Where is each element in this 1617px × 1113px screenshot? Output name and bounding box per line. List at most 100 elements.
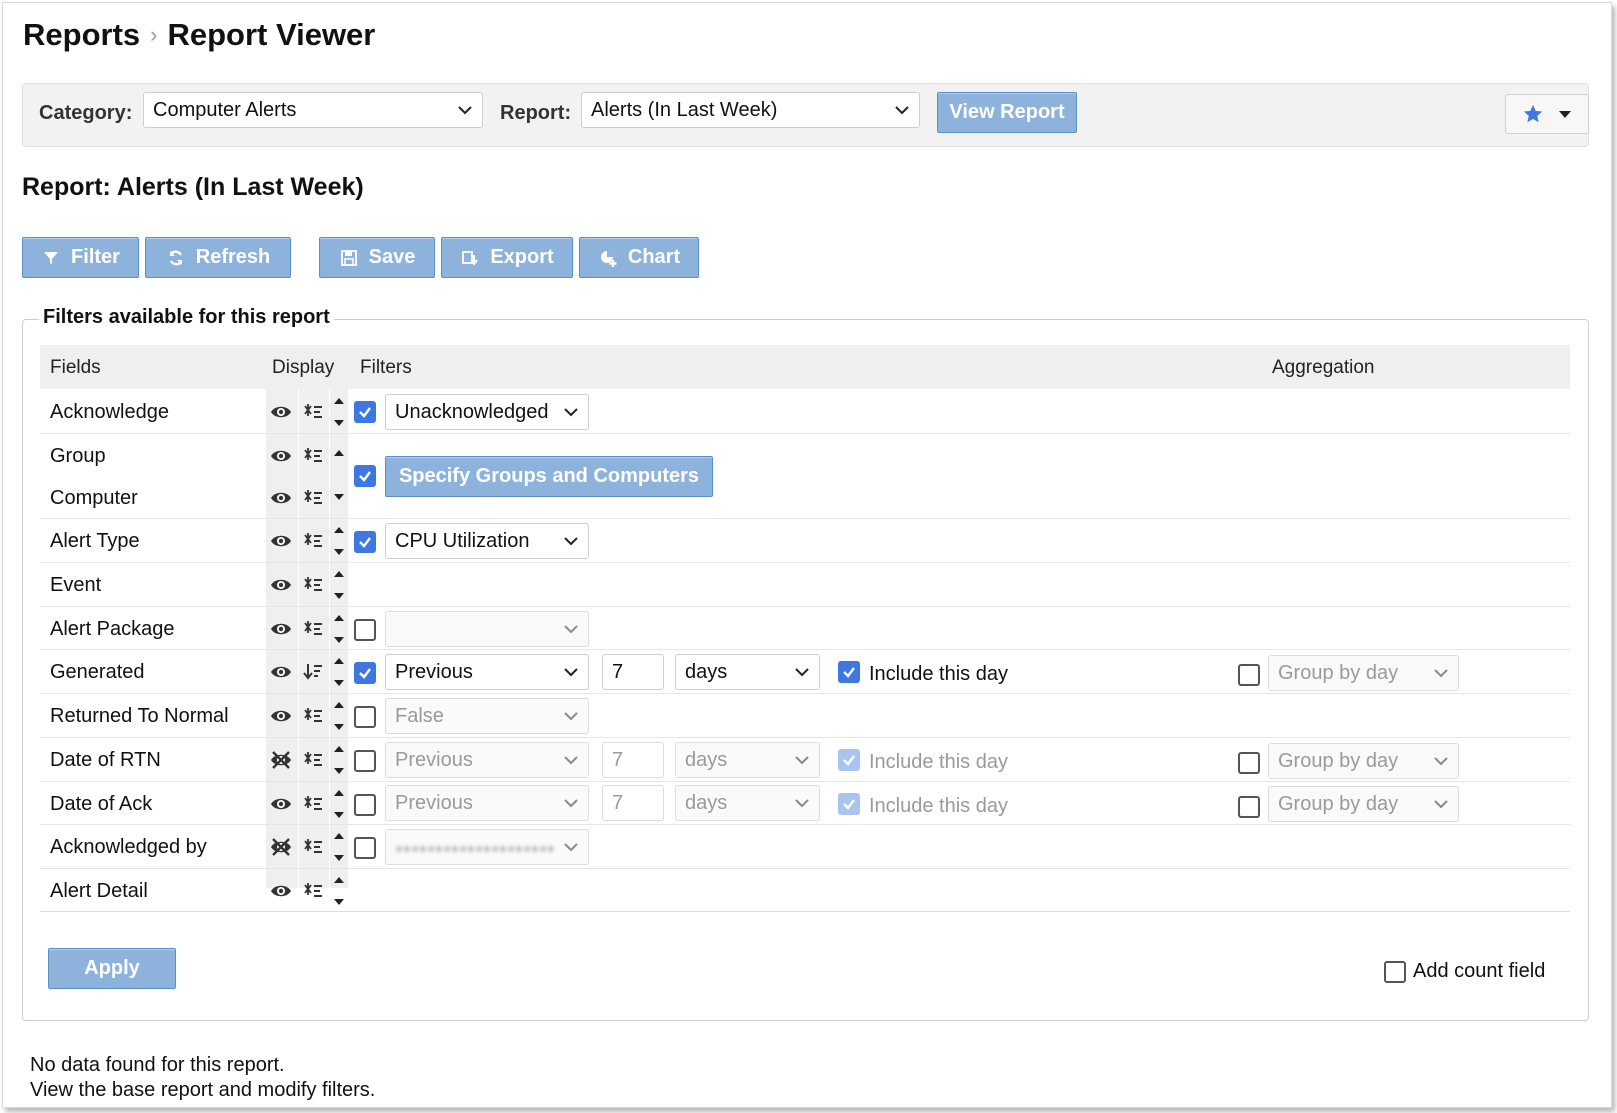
move-up-down-icon[interactable] [331, 742, 347, 778]
returned-to-normal-select[interactable]: False [385, 698, 589, 734]
move-up-down-icon[interactable] [331, 394, 347, 430]
filter-enabled-checkbox[interactable] [354, 794, 376, 816]
report-selector-bar: Category: Computer Alerts Report: Alerts… [22, 83, 1589, 147]
date-of-ack-unit-select[interactable]: days [675, 785, 820, 821]
sort-none-icon[interactable] [302, 793, 324, 815]
filter-enabled-checkbox[interactable] [354, 750, 376, 772]
sort-none-icon[interactable] [302, 401, 324, 423]
acknowledged-by-select[interactable] [385, 829, 589, 865]
filter-enabled-checkbox[interactable] [354, 837, 376, 859]
generated-amount-input[interactable]: 7 [602, 654, 664, 690]
move-up-down-icon[interactable] [331, 873, 347, 909]
move-up-down-icon[interactable] [331, 523, 347, 559]
select-value: Group by day [1278, 792, 1399, 815]
chevron-down-icon [564, 668, 578, 677]
chevron-down-icon [564, 537, 578, 546]
aggregation-checkbox[interactable] [1238, 752, 1260, 774]
date-of-ack-amount-input[interactable]: 7 [602, 785, 664, 821]
select-value: Previous [395, 748, 473, 771]
move-up-down-icon[interactable] [331, 654, 347, 690]
category-select[interactable]: Computer Alerts [143, 92, 483, 128]
eye-hidden-icon[interactable] [270, 836, 292, 858]
category-label: Category: [39, 102, 133, 124]
chart-button[interactable]: Chart [579, 237, 699, 278]
eye-icon[interactable] [270, 705, 292, 727]
add-count-checkbox[interactable] [1384, 961, 1406, 983]
field-name: Acknowledged by [50, 836, 207, 858]
eye-icon[interactable] [270, 530, 292, 552]
report-select[interactable]: Alerts (In Last Week) [581, 92, 920, 128]
filter-enabled-checkbox[interactable] [354, 706, 376, 728]
specify-groups-label: Specify Groups and Computers [398, 465, 700, 487]
export-button[interactable]: Export [441, 237, 573, 278]
select-value: False [395, 704, 444, 727]
date-of-ack-range-select[interactable]: Previous [385, 785, 589, 821]
sort-none-icon[interactable] [302, 836, 324, 858]
date-of-rtn-unit-select[interactable]: days [675, 742, 820, 778]
alert-type-filter-select[interactable]: CPU Utilization [385, 523, 589, 559]
move-down-icon[interactable] [331, 490, 347, 504]
move-up-down-icon[interactable] [331, 829, 347, 865]
sort-descending-icon[interactable] [302, 661, 324, 683]
eye-icon[interactable] [270, 487, 292, 509]
breadcrumb-separator: › [150, 22, 158, 47]
funnel-icon [44, 251, 59, 264]
move-up-down-icon[interactable] [331, 567, 347, 603]
move-up-down-icon[interactable] [331, 698, 347, 734]
sort-none-icon[interactable] [302, 705, 324, 727]
eye-icon[interactable] [270, 445, 292, 467]
eye-icon[interactable] [270, 880, 292, 902]
refresh-button[interactable]: Refresh [145, 237, 291, 278]
aggregation-select[interactable]: Group by day [1268, 786, 1459, 822]
date-of-rtn-amount-input[interactable]: 7 [602, 742, 664, 778]
date-of-rtn-range-select[interactable]: Previous [385, 742, 589, 778]
move-up-down-icon[interactable] [331, 786, 347, 822]
filters-table-header: Fields Display Filters Aggregation [40, 345, 1570, 389]
field-name: Alert Detail [50, 880, 148, 902]
sort-none-icon[interactable] [302, 574, 324, 596]
include-day-checkbox[interactable] [838, 661, 860, 683]
aggregation-checkbox[interactable] [1238, 796, 1260, 818]
filter-enabled-checkbox[interactable] [354, 465, 376, 487]
chevron-down-icon [795, 668, 809, 677]
aggregation-select[interactable]: Group by day [1268, 655, 1459, 691]
include-day-checkbox[interactable] [838, 793, 860, 815]
eye-icon[interactable] [270, 793, 292, 815]
filter-enabled-checkbox[interactable] [354, 619, 376, 641]
filter-button[interactable]: Filter [22, 237, 139, 278]
eye-icon[interactable] [270, 618, 292, 640]
filter-enabled-checkbox[interactable] [354, 662, 376, 684]
acknowledge-filter-select[interactable]: Unacknowledged [385, 394, 589, 430]
favorites-dropdown[interactable] [1505, 94, 1589, 134]
chevron-down-icon [564, 843, 578, 852]
field-name: Date of Ack [50, 793, 153, 815]
column-filters: Filters [360, 357, 412, 378]
sort-none-icon[interactable] [302, 487, 324, 509]
apply-button[interactable]: Apply [48, 948, 176, 989]
alert-package-filter-select[interactable] [385, 611, 589, 647]
eye-icon[interactable] [270, 661, 292, 683]
filter-enabled-checkbox[interactable] [354, 531, 376, 553]
sort-none-icon[interactable] [302, 530, 324, 552]
generated-range-select[interactable]: Previous [385, 654, 589, 690]
specify-groups-button[interactable]: Specify Groups and Computers [385, 456, 713, 497]
view-report-button[interactable]: View Report [937, 92, 1077, 133]
sort-none-icon[interactable] [302, 618, 324, 640]
aggregation-checkbox[interactable] [1238, 664, 1260, 686]
sort-none-icon[interactable] [302, 445, 324, 467]
save-button[interactable]: Save [319, 237, 435, 278]
select-value: days [685, 748, 728, 771]
sort-none-icon[interactable] [302, 880, 324, 902]
move-up-down-icon[interactable] [331, 611, 347, 647]
eye-icon[interactable] [270, 401, 292, 423]
sort-none-icon[interactable] [302, 749, 324, 771]
breadcrumb-reports[interactable]: Reports [23, 17, 140, 53]
move-up-icon[interactable] [331, 446, 347, 460]
eye-icon[interactable] [270, 574, 292, 596]
filter-enabled-checkbox[interactable] [354, 401, 376, 423]
aggregation-select[interactable]: Group by day [1268, 743, 1459, 779]
eye-hidden-icon[interactable] [270, 749, 292, 771]
include-day-checkbox[interactable] [838, 749, 860, 771]
generated-unit-select[interactable]: days [675, 654, 820, 690]
modify-filters-hint: View the base report and modify filters. [30, 1079, 376, 1101]
